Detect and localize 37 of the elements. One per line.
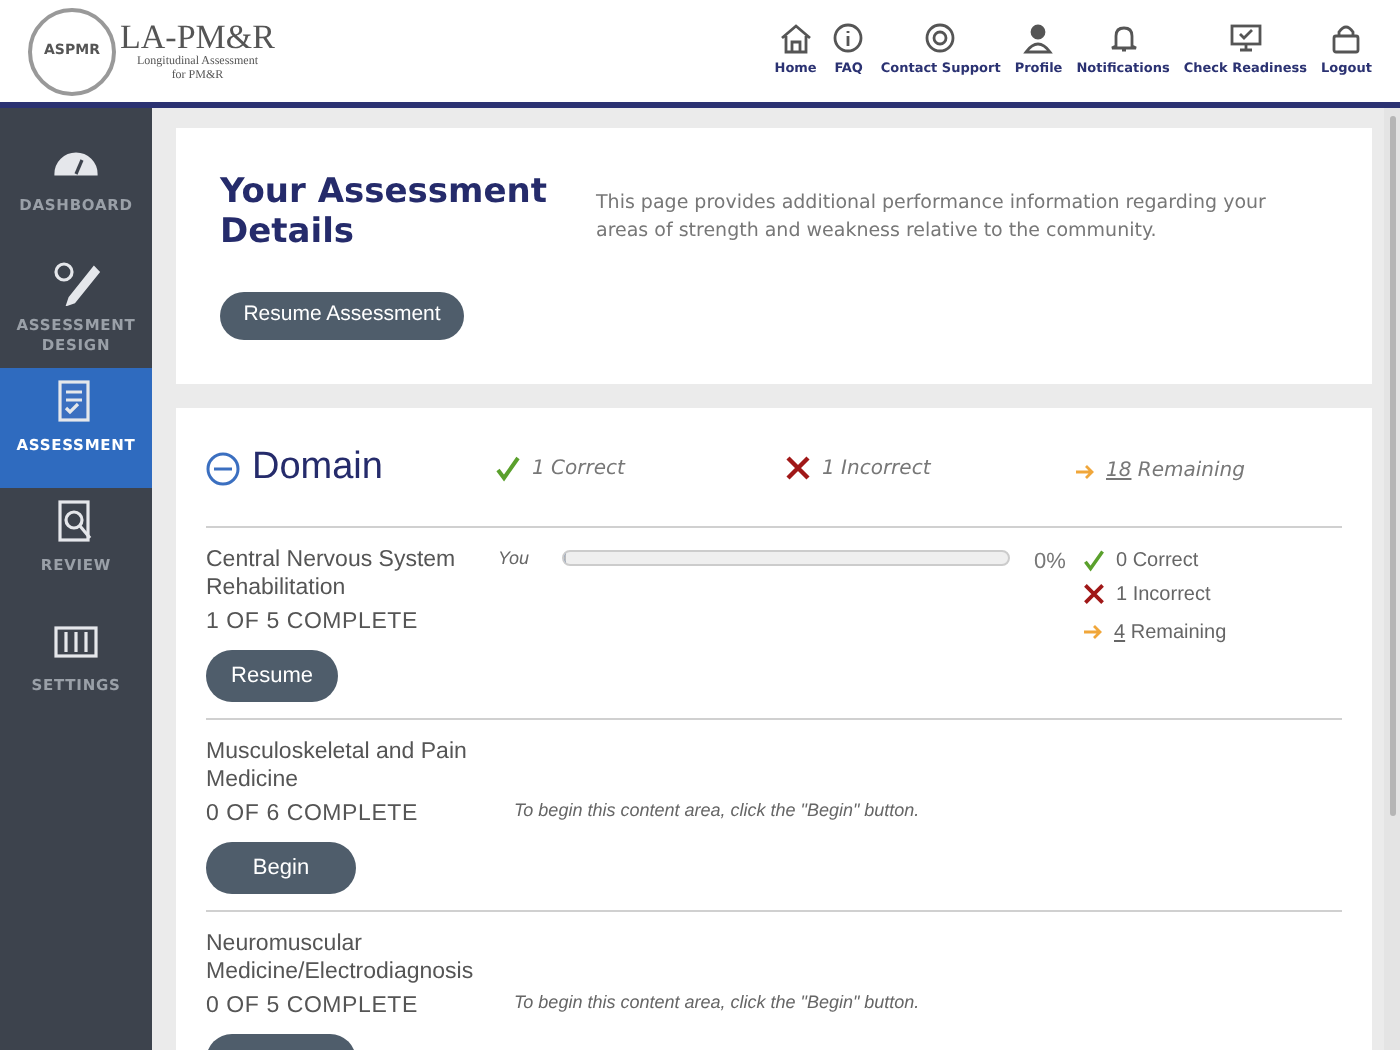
page-description: This page provides additional performance information regarding your areas of strength and weakness relative to the community. (596, 190, 1268, 246)
content-area-name: Neuromuscular Medicine/Electrodiagnosis (206, 930, 476, 986)
completion-count: 0 OF 6 COMPLETE (206, 799, 418, 830)
logo-title: LA-PM&R (120, 19, 275, 55)
resume-assessment-button[interactable]: Resume Assessment (220, 292, 464, 340)
scrollbar[interactable] (1384, 108, 1400, 1050)
begin-hint: To begin this content area, click the "Begin" button. (514, 990, 920, 1016)
home-icon (777, 22, 814, 55)
person-icon (1020, 22, 1057, 55)
begin-button[interactable]: Begin (206, 842, 356, 894)
check-icon (1082, 548, 1106, 572)
info-icon (830, 22, 867, 55)
cross-icon (784, 454, 812, 483)
resume-button[interactable]: Resume (206, 649, 338, 702)
page-title: Your Assessment Details (220, 172, 549, 252)
begin-hint: To begin this content area, click the "Begin" button. (514, 797, 920, 824)
remaining-count: 4 Remaining (1114, 619, 1227, 647)
incorrect-count: 1 Incorrect (1116, 581, 1211, 609)
content-area-name: Musculoskeletal and Pain Medicine (206, 737, 469, 794)
padlock-icon (1328, 22, 1365, 55)
correct-total: 1 Correct (532, 455, 625, 484)
arrow-icon (1082, 622, 1104, 642)
correct-count: 0 Correct (1116, 547, 1199, 575)
pencil-icon (50, 258, 102, 306)
remaining-total: 18 Remaining (1106, 458, 1245, 487)
check-icon (494, 454, 522, 483)
content-area-name: Central Nervous System Rehabilitation (206, 545, 458, 601)
completion-count: 0 OF 5 COMPLETE (206, 992, 418, 1022)
completion-count: 1 OF 5 COMPLETE (206, 607, 418, 637)
collapse-icon[interactable] (206, 451, 240, 486)
percent-label: 0% (1034, 547, 1066, 577)
monitor-check-icon (1227, 22, 1264, 55)
arrow-icon (1074, 461, 1096, 482)
cross-icon (1082, 582, 1106, 606)
you-label: You (498, 545, 532, 571)
incorrect-total: 1 Incorrect (822, 455, 931, 484)
domain-title: Domain (252, 444, 383, 492)
